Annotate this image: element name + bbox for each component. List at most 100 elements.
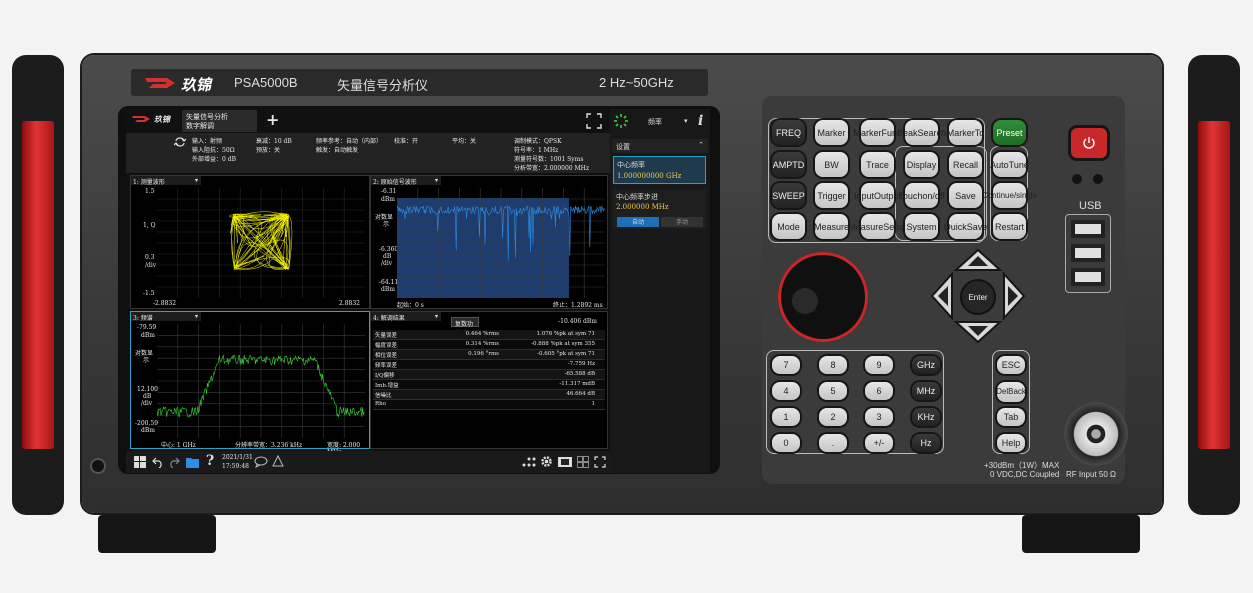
freq-reference[interactable]: 频率参考：自动（内部） — [316, 136, 382, 145]
trace-key[interactable]: Trace — [861, 152, 894, 177]
amptd-key[interactable]: AMPTD — [772, 152, 805, 177]
help-icon[interactable]: ? — [206, 453, 214, 469]
marker-func-key[interactable]: Marker Func — [853, 120, 902, 145]
modulation-format[interactable]: 调制模式：QPSK — [514, 136, 562, 145]
key-5[interactable]: 5 — [819, 382, 847, 400]
save-key[interactable]: Save — [949, 183, 982, 208]
taskbar-time: 17:59:48 — [222, 463, 249, 470]
bw-key[interactable]: BW — [815, 152, 848, 177]
window-4-header[interactable]: 4: 解调结果 ▾ — [371, 312, 441, 322]
window-constellation[interactable]: 1: 测量波形 ▾ 1.5 1, Q 0.3 /div -1.5 -2.8832 … — [130, 175, 370, 309]
marker-to-key[interactable]: Marker To — [947, 120, 984, 145]
key-4[interactable]: 4 — [772, 382, 800, 400]
key-2[interactable]: 2 — [819, 408, 847, 426]
product-name: 矢量信号分析仪 — [337, 78, 429, 93]
touch-key[interactable]: Touch on/off — [898, 183, 945, 208]
input-output-key[interactable]: Input Output — [854, 183, 901, 208]
grid-layout-icon[interactable] — [577, 456, 589, 468]
result-row: 频率误差 -7.759 Hz — [373, 360, 605, 370]
folder-icon[interactable] — [186, 456, 199, 468]
key-9[interactable]: 9 — [865, 356, 893, 374]
key-3[interactable]: 3 — [865, 408, 893, 426]
screen-header: 玖锦 矢量信号分析 数字解调 + — [126, 109, 610, 132]
ghz-key[interactable]: GHz — [912, 356, 940, 374]
sweep-key[interactable]: SWEEP — [772, 183, 805, 208]
rf-input-connector[interactable] — [1064, 402, 1128, 466]
key-0[interactable]: 0 — [772, 434, 800, 452]
dropdown-arrow-icon[interactable]: ▾ — [684, 117, 688, 125]
usb-port-1[interactable] — [1071, 220, 1105, 238]
key-7[interactable]: 7 — [772, 356, 800, 374]
auto-tune-key[interactable]: Auto Tune — [990, 152, 1029, 177]
window-demod-results[interactable]: 4: 解调结果▾ 复数功率 -10.406 dBm 矢量误差 0.464 %rms… — [370, 311, 608, 449]
mode-key[interactable]: Mode — [772, 214, 805, 239]
freq-key[interactable]: FREQ — [772, 120, 805, 145]
decimal-key[interactable]: . — [819, 434, 847, 452]
plus-minus-key[interactable]: +/- — [865, 434, 893, 452]
comment-icon[interactable] — [254, 456, 268, 468]
manual-toggle[interactable]: 手动 — [661, 217, 703, 227]
power-button[interactable] — [1071, 128, 1107, 158]
led-2 — [1093, 174, 1103, 184]
result-name: 矢量误差 — [375, 333, 398, 339]
left-arrow-icon[interactable] — [932, 274, 952, 318]
fullscreen-icon[interactable] — [586, 113, 602, 129]
undo-icon[interactable] — [152, 456, 164, 468]
key-6[interactable]: 6 — [865, 382, 893, 400]
window-2-header[interactable]: 2: 原始信号波形 ▾ — [371, 176, 441, 186]
preset-key[interactable]: Preset — [993, 120, 1026, 145]
hz-key[interactable]: Hz — [912, 434, 940, 452]
display-key[interactable]: Display — [905, 152, 938, 177]
window-3-header[interactable]: 3: 频谱 ▾ — [131, 312, 201, 322]
tab-key[interactable]: Tab — [997, 408, 1025, 426]
freq-step-softkey[interactable]: 中心频率步进 2.000000 MHz 自动 手动 — [613, 189, 706, 229]
restart-key[interactable]: Restart — [993, 214, 1026, 239]
result-name: 幅度误差 — [375, 343, 398, 349]
trigger-key[interactable]: Trigger — [815, 183, 848, 208]
refresh-icon[interactable] — [174, 137, 186, 147]
system-key[interactable]: System — [905, 214, 938, 239]
window-time-trace[interactable]: 2: 原始信号波形 ▾ -6.31 dBm 对数显 示 -6.360 dB /di… — [370, 175, 608, 309]
measure-setup-key[interactable]: Measure Setup — [848, 214, 907, 239]
add-tab-button[interactable]: + — [266, 110, 279, 129]
continue-single-key[interactable]: Continue/single — [982, 183, 1037, 208]
input-setting[interactable]: 输入：射频 — [192, 136, 222, 145]
usb-port-2[interactable] — [1071, 244, 1105, 262]
measure-key[interactable]: Measure — [814, 214, 849, 239]
enter-key[interactable]: Enter — [960, 279, 996, 315]
settings-section-header[interactable]: 设置 ⌃ — [612, 139, 708, 153]
menu-dropdown[interactable]: 频率 — [648, 117, 662, 127]
redo-icon[interactable] — [168, 456, 180, 468]
del-back-key[interactable]: Del Back — [996, 382, 1026, 402]
down-arrow-icon[interactable] — [956, 322, 1000, 342]
shape-icon[interactable] — [272, 455, 284, 467]
mhz-key[interactable]: MHz — [912, 382, 940, 400]
marker-key[interactable]: Marker — [815, 120, 848, 145]
average-setting[interactable]: 平均：关 — [452, 136, 476, 145]
esc-key[interactable]: ESC — [997, 356, 1025, 374]
window-1-header[interactable]: 1: 测量波形 ▾ — [131, 176, 201, 186]
quick-save-key[interactable]: Quick Save — [944, 214, 987, 239]
app-tab[interactable]: 矢量信号分析 数字解调 — [182, 110, 257, 132]
key-1[interactable]: 1 — [772, 408, 800, 426]
usb-port-3[interactable] — [1071, 268, 1105, 286]
help-key[interactable]: Help — [997, 434, 1025, 452]
attenuation[interactable]: 衰减：10 dB — [256, 136, 292, 145]
recall-key[interactable]: Recall — [949, 152, 982, 177]
window-spectrum[interactable]: 3: 频谱 ▾ -79.59 dBm 对数显 示 12.100 dB /div -… — [130, 311, 370, 456]
dots-icon[interactable] — [522, 457, 536, 467]
key-8[interactable]: 8 — [819, 356, 847, 374]
gear-icon[interactable] — [540, 455, 553, 468]
peak-search-key[interactable]: Peak Search — [897, 120, 946, 145]
screenshot-icon[interactable] — [558, 456, 572, 468]
windows-start-icon[interactable] — [134, 456, 146, 468]
w1-y-bottom: -1.5 — [143, 290, 155, 297]
center-freq-softkey[interactable]: 中心频率 1.000000000 GHz — [613, 156, 706, 184]
maximize-icon[interactable] — [594, 456, 606, 468]
auto-toggle[interactable]: 自动 — [617, 217, 659, 227]
khz-key[interactable]: KHz — [912, 408, 940, 426]
info-icon[interactable]: i — [698, 113, 703, 129]
up-arrow-icon[interactable] — [956, 250, 1000, 270]
complex-power-tab[interactable]: 复数功率 — [451, 317, 479, 337]
right-arrow-icon[interactable] — [1004, 274, 1024, 318]
